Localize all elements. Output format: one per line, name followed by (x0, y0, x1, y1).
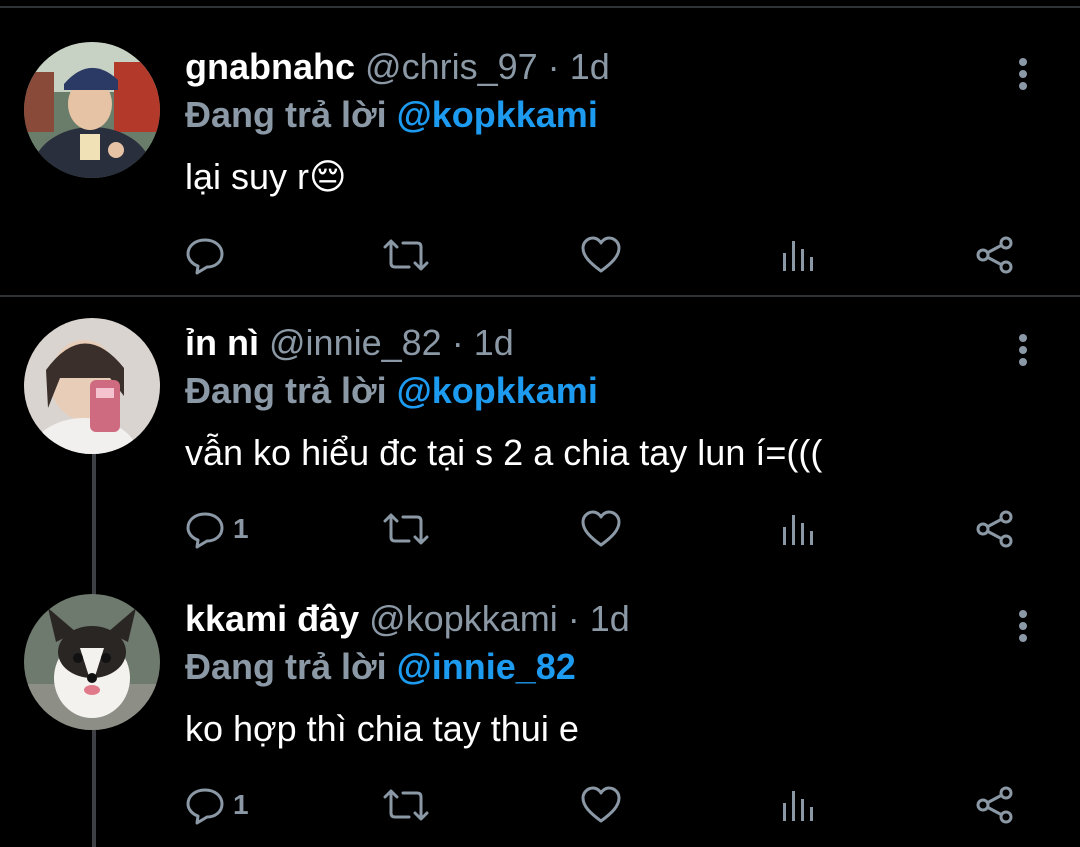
tweet-text-content: ko hợp thì chia tay thui e (185, 708, 579, 749)
replying-to-line: Đang trả lời @kopkkami (185, 90, 598, 140)
share-icon (976, 510, 1013, 548)
user-handle[interactable]: @innie_82 (269, 322, 442, 363)
reply-button[interactable]: 1 (185, 780, 249, 830)
replying-to-label: Đang trả lời (185, 646, 387, 687)
more-options-icon[interactable] (1008, 54, 1038, 94)
user-handle[interactable]: @kopkkami (369, 598, 558, 639)
view-stats-button[interactable] (780, 504, 816, 554)
separator: · (547, 46, 560, 87)
tweet-header: ỉn nì @innie_82 · 1d (185, 318, 514, 368)
tweet[interactable]: gnabnahc @chris_97 · 1d Đang trả lời @ko… (0, 42, 1080, 292)
pensive-face-emoji: 😔 (309, 156, 347, 197)
more-options-icon[interactable] (1008, 330, 1038, 370)
reply-icon (186, 238, 224, 275)
retweet-button[interactable] (383, 230, 429, 280)
replying-to-mention[interactable]: @innie_82 (397, 646, 576, 687)
retweet-icon (383, 789, 429, 821)
replying-to-line: Đang trả lời @innie_82 (185, 642, 576, 692)
avatar[interactable] (24, 594, 160, 730)
tweet-divider (0, 295, 1080, 297)
reply-icon (186, 512, 224, 549)
separator: · (567, 598, 580, 639)
share-button[interactable] (975, 504, 1015, 554)
top-divider (0, 6, 1080, 8)
replying-to-mention[interactable]: @kopkkami (397, 370, 598, 411)
tweet-text-content: lại suy r (185, 156, 310, 197)
tweet-text: lại suy r😔 (185, 152, 347, 202)
tweet[interactable]: kkami đây @kopkkami · 1d Đang trả lời @i… (0, 594, 1080, 847)
stats-icon (783, 241, 813, 271)
like-button[interactable] (580, 780, 622, 830)
replying-to-label: Đang trả lời (185, 94, 387, 135)
avatar[interactable] (24, 42, 160, 178)
retweet-icon (383, 513, 429, 545)
share-button[interactable] (975, 230, 1015, 280)
replying-to-line: Đang trả lời @kopkkami (185, 366, 598, 416)
reply-button[interactable] (185, 230, 233, 280)
heart-icon (581, 236, 621, 273)
display-name[interactable]: kkami đây (185, 598, 359, 639)
view-stats-button[interactable] (780, 780, 816, 830)
tweet-text: ko hợp thì chia tay thui e (185, 704, 579, 754)
display-name[interactable]: ỉn nì (185, 322, 259, 363)
share-button[interactable] (975, 780, 1015, 830)
tweet-actions (0, 230, 1080, 280)
retweet-button[interactable] (383, 780, 429, 830)
timestamp[interactable]: 1d (474, 322, 514, 363)
heart-icon (581, 786, 621, 823)
display-name[interactable]: gnabnahc (185, 46, 355, 87)
replying-to-mention[interactable]: @kopkkami (397, 94, 598, 135)
retweet-button[interactable] (383, 504, 429, 554)
separator: · (451, 322, 464, 363)
stats-icon (783, 791, 813, 821)
like-button[interactable] (580, 230, 622, 280)
tweet-header: kkami đây @kopkkami · 1d (185, 594, 630, 644)
tweet[interactable]: ỉn nì @innie_82 · 1d Đang trả lời @kopkk… (0, 318, 1080, 580)
replying-to-label: Đang trả lời (185, 370, 387, 411)
tweet-actions: 1 (0, 780, 1080, 830)
heart-icon (581, 510, 621, 547)
timestamp[interactable]: 1d (570, 46, 610, 87)
share-icon (976, 236, 1013, 274)
tweet-actions: 1 (0, 504, 1080, 554)
reply-count: 1 (233, 513, 249, 544)
tweet-text: vẫn ko hiểu đc tại s 2 a chia tay lun í=… (185, 428, 822, 478)
view-stats-button[interactable] (780, 230, 816, 280)
timestamp[interactable]: 1d (590, 598, 630, 639)
reply-button[interactable]: 1 (185, 504, 249, 554)
reply-count: 1 (233, 789, 249, 820)
retweet-icon (383, 239, 429, 271)
like-button[interactable] (580, 504, 622, 554)
user-handle[interactable]: @chris_97 (365, 46, 538, 87)
more-options-icon[interactable] (1008, 606, 1038, 646)
stats-icon (783, 515, 813, 545)
tweet-header: gnabnahc @chris_97 · 1d (185, 42, 610, 92)
share-icon (976, 786, 1013, 824)
tweet-text-content: vẫn ko hiểu đc tại s 2 a chia tay lun í=… (185, 432, 823, 473)
reply-icon (186, 788, 224, 825)
avatar[interactable] (24, 318, 160, 454)
